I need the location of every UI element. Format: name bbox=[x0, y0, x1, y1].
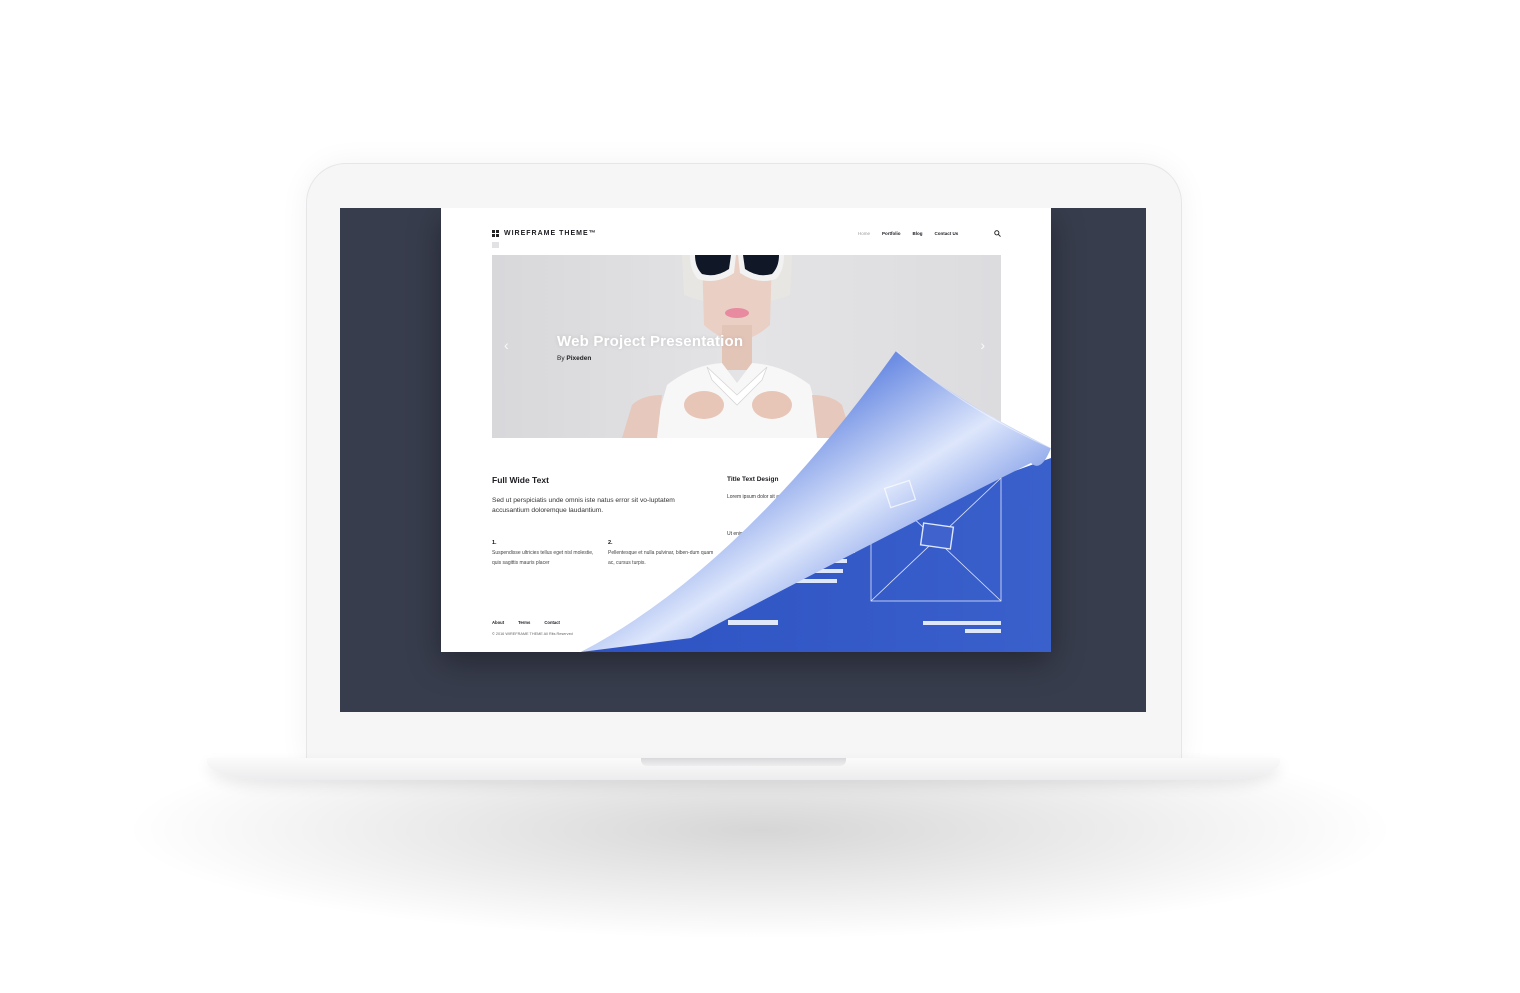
laptop-screen: WIREFRAME THEME™ Home Portfolio Blog Con… bbox=[340, 208, 1146, 712]
page-curl-overlay bbox=[581, 350, 1051, 652]
laptop-hinge bbox=[641, 758, 846, 766]
website-page: WIREFRAME THEME™ Home Portfolio Blog Con… bbox=[441, 208, 1051, 652]
